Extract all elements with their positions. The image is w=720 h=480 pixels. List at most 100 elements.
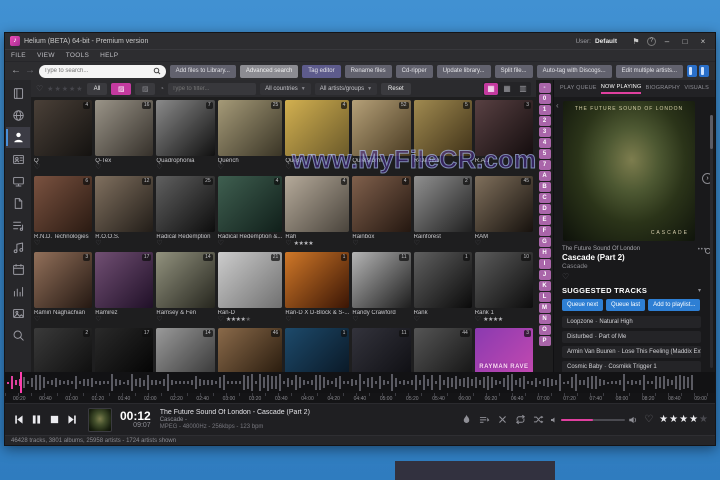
country-dropdown[interactable]: All countries ▼	[260, 82, 311, 95]
toolbar-button[interactable]: Update library...	[436, 64, 491, 78]
user-name[interactable]: Default	[595, 38, 617, 45]
rating-star-icon[interactable]: ★	[669, 414, 678, 425]
alphabet-letter-7[interactable]: 7	[538, 160, 551, 170]
alphabet-letter-A[interactable]: A	[538, 171, 551, 181]
queue-icon[interactable]	[479, 414, 490, 425]
rating-star-icon[interactable]: ★	[659, 414, 668, 425]
filter-star-icon[interactable]: ★	[62, 85, 68, 93]
tab-visuals[interactable]: VISUALS	[684, 85, 709, 93]
waveform-seekbar[interactable]	[5, 372, 715, 393]
search-input[interactable]	[44, 68, 150, 74]
alphabet-letter-K[interactable]: K	[538, 281, 551, 291]
pause-button[interactable]	[30, 413, 43, 426]
alphabet-letter--[interactable]: -	[538, 83, 551, 93]
now-playing-artist[interactable]: The Future Sound Of London	[562, 246, 701, 252]
favorite-icon[interactable]: ♡	[562, 272, 701, 281]
filter-star-icon[interactable]: ★	[47, 85, 53, 93]
alphabet-letter-N[interactable]: N	[538, 314, 551, 324]
rating-star-icon[interactable]: ★	[699, 414, 708, 425]
favorite-icon[interactable]: ♡	[156, 316, 162, 324]
artist-tile[interactable]: 4 Q ♡	[34, 100, 93, 172]
forward-arrow-icon[interactable]: →	[25, 66, 35, 76]
favorite-icon[interactable]: ♡	[285, 240, 291, 248]
favorite-icon[interactable]: ♡	[414, 164, 420, 172]
now-playing-thumbnail[interactable]	[88, 407, 112, 432]
sidebar-item-library[interactable]	[6, 83, 30, 104]
artist-tile[interactable]: 11♡	[352, 328, 411, 372]
panel-scrollbar[interactable]	[710, 115, 713, 368]
artist-tile[interactable]: 1 Ran-D X D-Block & S-... ♡	[285, 252, 350, 324]
hot-tracks-icon[interactable]	[461, 414, 472, 425]
favorite-icon[interactable]: ♡	[34, 240, 40, 248]
suggested-track-row[interactable]: Disturbed - Part of Me	[562, 331, 701, 343]
panel-toggle-right-button[interactable]	[699, 65, 709, 77]
filter-star-icon[interactable]: ★	[54, 85, 60, 93]
timeline-ruler[interactable]: 00:20 00:40 01:00 01:20 01:40 02:00 02:20 02:40…	[5, 393, 715, 403]
artist-tile[interactable]: 1 Rank ♡	[413, 252, 472, 324]
artist-tile[interactable]: 4 Rah ♡ ★★★★	[285, 176, 350, 248]
now-playing-album[interactable]: Cascade	[562, 263, 701, 270]
alphabet-letter-1[interactable]: 1	[538, 105, 551, 115]
alphabet-letter-G[interactable]: G	[538, 237, 551, 247]
alphabet-letter-0[interactable]: 0	[538, 94, 551, 104]
favorite-icon[interactable]: ♡	[352, 316, 358, 324]
artist-filter[interactable]	[168, 82, 257, 95]
favorite-icon[interactable]: ♡	[475, 164, 481, 172]
artist-tile[interactable]: 1♡	[285, 328, 350, 372]
view-large-grid-button[interactable]: ▦	[484, 82, 498, 95]
artist-tile[interactable]: 25 Quench ♡	[217, 100, 283, 172]
artist-tile[interactable]: 3 Ramin Naghachian ♡	[34, 252, 93, 324]
tab-play-queue[interactable]: PLAY QUEUE	[560, 85, 597, 93]
alphabet-letter-J[interactable]: J	[538, 270, 551, 280]
rating-stars[interactable]: ★★★★	[483, 316, 503, 324]
next-track-button[interactable]	[66, 413, 79, 426]
toolbar-button[interactable]: Rename files	[344, 64, 392, 78]
queue-action-button[interactable]: Add to playlist...	[648, 299, 701, 311]
toolbar-button[interactable]: Split file...	[494, 64, 533, 78]
alphabet-letter-3[interactable]: 3	[538, 127, 551, 137]
global-search[interactable]	[39, 64, 166, 78]
back-arrow-icon[interactable]: ←	[11, 66, 21, 76]
artist-tile[interactable]: 6 R.N.D. Technologies ♡	[34, 176, 93, 248]
favorite-icon[interactable]: ♡	[475, 316, 481, 324]
favorite-icon[interactable]: ♡	[34, 316, 40, 324]
filter-star-icon[interactable]: ★	[76, 85, 82, 93]
toolbar-button[interactable]: Add files to Library...	[169, 64, 236, 78]
menu-tools[interactable]: TOOLS	[66, 52, 89, 59]
alphabet-letter-E[interactable]: E	[538, 215, 551, 225]
tab-now-playing[interactable]: NOW PLAYING	[600, 84, 642, 94]
alphabet-letter-5[interactable]: 5	[538, 149, 551, 159]
artist-tile[interactable]: 46♡	[217, 328, 283, 372]
rating-star-icon[interactable]: ★	[689, 414, 698, 425]
panel-toggle-left-button[interactable]	[687, 65, 697, 77]
rating-stars[interactable]: ★★★★★	[226, 316, 251, 324]
queue-action-button[interactable]: Queue next	[562, 299, 604, 311]
panel-scroll-left-icon[interactable]: ‹	[556, 101, 559, 110]
artist-tile[interactable]: 2 Rainforest ♡	[413, 176, 472, 248]
maximize-button[interactable]: □	[678, 37, 692, 46]
close-button[interactable]: ×	[696, 37, 710, 46]
artist-tile[interactable]: 2♡	[34, 328, 93, 372]
sidebar-item-contacts[interactable]	[6, 149, 30, 170]
artist-tile[interactable]: 3RAYMAN RAVE♡	[474, 328, 533, 372]
artist-tile[interactable]: 7 Quadrophonia ♡	[156, 100, 215, 172]
sidebar-item-stats[interactable]	[6, 281, 30, 302]
suggested-track-row[interactable]: Armin Van Buuren - Lose This Feeling (Madd…	[562, 346, 701, 358]
favorite-icon[interactable]: ♡	[475, 240, 481, 248]
volume-min-icon[interactable]	[550, 416, 558, 424]
artist-tile[interactable]: 25 Radical Redemption ♡	[156, 176, 215, 248]
alphabet-letter-B[interactable]: B	[538, 182, 551, 192]
sidebar-item-pictures[interactable]	[6, 303, 30, 324]
crossfade-icon[interactable]	[497, 414, 508, 425]
toolbar-button[interactable]: Advanced search	[239, 64, 299, 78]
favorite-icon[interactable]: ♡	[414, 240, 420, 248]
favorite-icon[interactable]: ♡	[218, 240, 224, 248]
sidebar-item-artists[interactable]	[6, 127, 30, 148]
played-status-filter-icon[interactable]: ◔	[159, 84, 164, 93]
sidebar-item-display[interactable]	[6, 171, 30, 192]
without-image-filter-button[interactable]: ▨	[135, 82, 156, 95]
favorite-icon[interactable]: ♡	[95, 164, 101, 172]
favorite-icon[interactable]: ♡	[95, 316, 101, 324]
artist-tile[interactable]: 4 Quest ♡	[285, 100, 350, 172]
alphabet-letter-D[interactable]: D	[538, 204, 551, 214]
